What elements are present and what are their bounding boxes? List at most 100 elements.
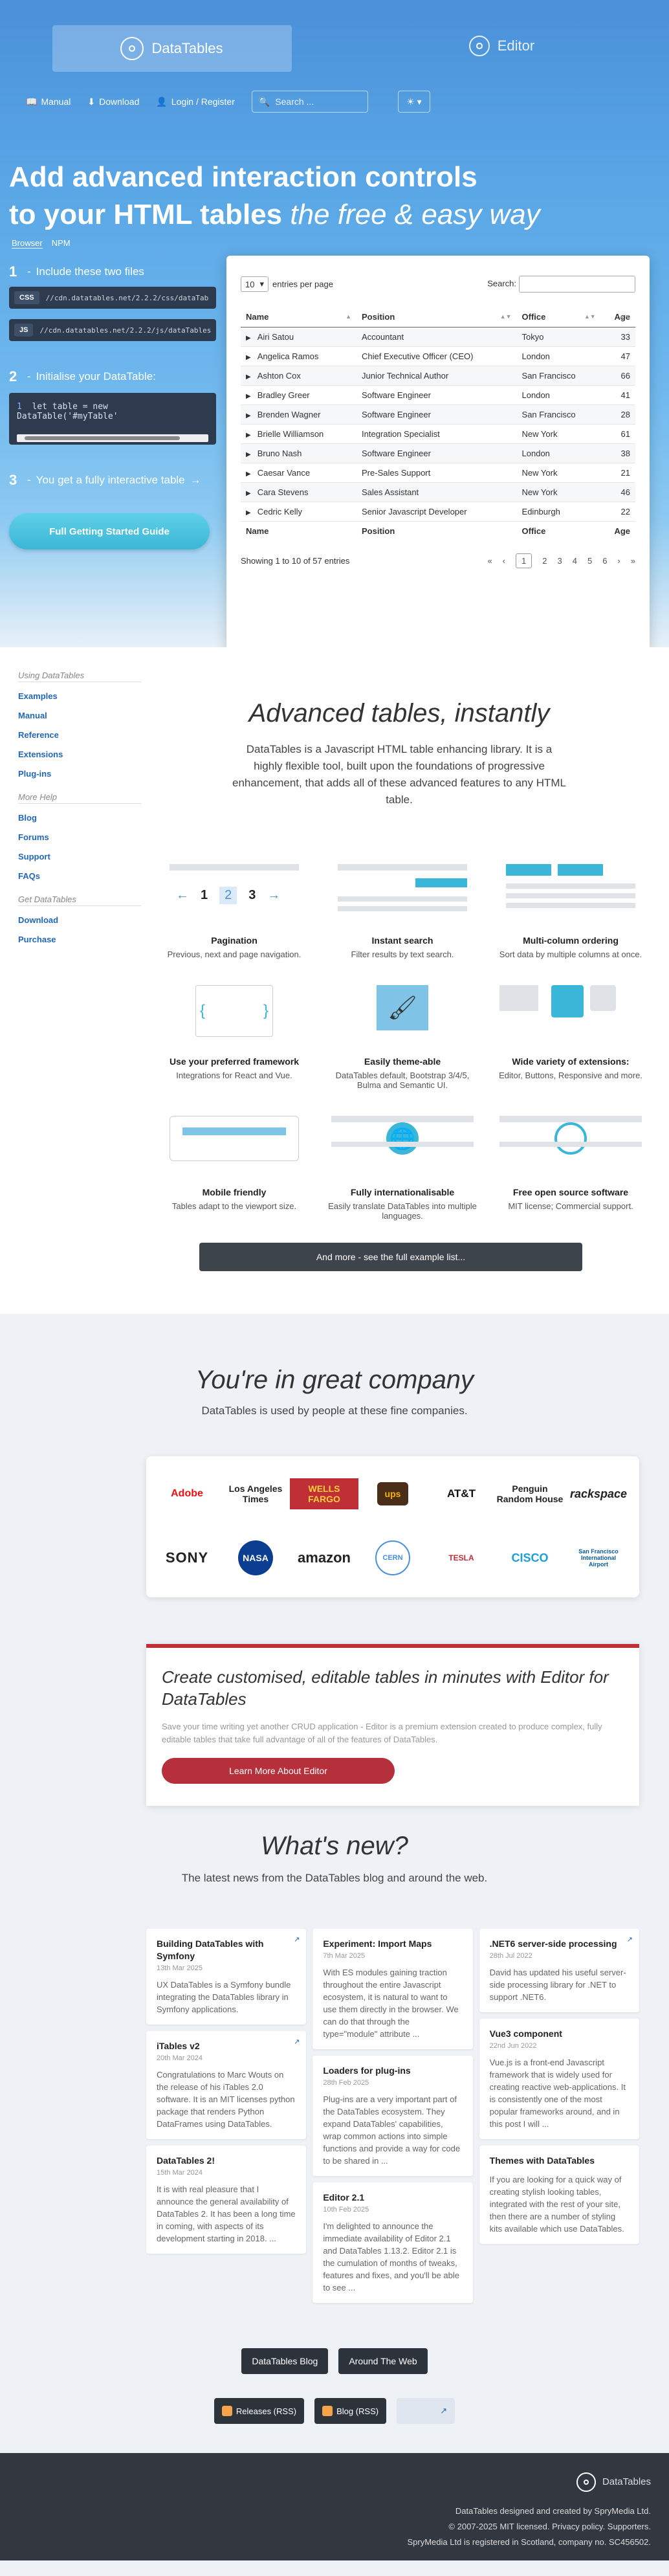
sort-icon: ▲: [345, 313, 352, 320]
expand-icon[interactable]: ▶: [246, 354, 251, 361]
editor-learn-more-button[interactable]: Learn More About Editor: [162, 1758, 395, 1784]
feature-desc: Sort data by multiple columns at once.: [499, 949, 642, 959]
code-scrollbar[interactable]: [17, 434, 208, 442]
feature-title: Pagination: [211, 935, 258, 946]
table-row[interactable]: ▶ Cara Stevens Sales Assistant New York 46: [241, 482, 635, 502]
social-button[interactable]: ↗: [397, 2398, 455, 2424]
expand-icon[interactable]: ▶: [246, 412, 251, 419]
news-card[interactable]: Loaders for plug-ins 28th Feb 2025 Plug-in…: [313, 2056, 473, 2176]
column-header-office[interactable]: Office ▲▼: [516, 307, 601, 328]
releases-rss-button[interactable]: Releases (RSS): [214, 2398, 305, 2424]
more-examples-button[interactable]: And more - see the full example list...: [199, 1243, 582, 1271]
hero: DataTables Editor 📖 Manual ⬇ Download 👤 Log…: [0, 0, 669, 647]
search-input[interactable]: 🔍 Search ...: [251, 91, 368, 113]
table-row[interactable]: ▶ Angelica Ramos Chief Executive Officer (…: [241, 346, 635, 366]
column-header-position[interactable]: Position ▲▼: [356, 307, 517, 328]
page-button[interactable]: «: [487, 556, 492, 566]
nav-login[interactable]: 👤 Login / Register: [156, 96, 235, 107]
intro-title: Advanced tables, instantly: [248, 699, 550, 727]
table-cell: ▶ Brenden Wagner: [241, 405, 357, 425]
news-date: 13th Mar 2025: [157, 1964, 203, 1972]
nav-manual[interactable]: 📖 Manual: [26, 96, 71, 107]
column-header-position[interactable]: Position: [356, 520, 517, 540]
page-button[interactable]: 4: [573, 556, 577, 566]
news-card[interactable]: Experiment: Import Maps 7th Mar 2025 With …: [313, 1929, 473, 2049]
news-title: What's new?: [261, 1832, 408, 1860]
expand-icon[interactable]: ▶: [246, 335, 251, 342]
table-row[interactable]: ▶ Ashton Cox Junior Technical Author San Fr…: [241, 366, 635, 386]
feature-illustration: [499, 1109, 642, 1181]
feature-title: Use your preferred framework: [170, 1056, 299, 1067]
expand-icon[interactable]: ▶: [246, 373, 251, 381]
blog-rss-button[interactable]: Blog (RSS): [314, 2398, 387, 2424]
company-logo-wells-fargo: WELLS FARGO: [290, 1478, 358, 1509]
expand-icon[interactable]: ▶: [246, 393, 251, 400]
tab-datatables[interactable]: DataTables: [0, 0, 334, 72]
news-card[interactable]: DataTables 2! 15th Mar 2024 It is with rea…: [146, 2146, 307, 2254]
sidebar-link-forums[interactable]: Forums: [18, 827, 141, 847]
column-header-age[interactable]: Age: [600, 520, 635, 540]
length-select[interactable]: 10 ▾: [241, 276, 269, 292]
page-button[interactable]: 1: [516, 553, 532, 568]
table-row[interactable]: ▶ Bruno Nash Software Engineer London 38: [241, 443, 635, 463]
table-cell: Senior Javascript Developer: [356, 502, 517, 522]
pagination: « ‹ 1 2 3 4 5 6 › »: [487, 553, 635, 568]
expand-icon[interactable]: ▶: [246, 509, 251, 516]
news-excerpt: Plug-ins are a very important part of th…: [323, 2094, 461, 2166]
table-search-input[interactable]: [519, 276, 635, 293]
sidebar-link-download[interactable]: Download: [18, 910, 141, 929]
column-header-age[interactable]: Age ▲▼: [600, 307, 635, 328]
rss-icon: [221, 2406, 232, 2416]
page-button[interactable]: 5: [587, 556, 592, 566]
column-header-office[interactable]: Office: [516, 520, 601, 540]
news-card[interactable]: ↗ .NET6 server-side processing 28th Jul 20…: [479, 1929, 639, 2012]
news-card[interactable]: ↗ iTables v2 20th Mar 2024 Congratulations …: [146, 2031, 307, 2139]
tab-editor-label: Editor: [497, 38, 535, 54]
tab-editor[interactable]: Editor: [334, 0, 669, 72]
page-button[interactable]: 6: [602, 556, 607, 566]
news-card[interactable]: Editor 2.1 10th Feb 2025 I'm delighted to …: [313, 2182, 473, 2303]
sidebar-link-purchase[interactable]: Purchase: [18, 929, 141, 949]
news-card[interactable]: Themes with DataTables If you are looking…: [479, 2146, 639, 2244]
column-header-name[interactable]: Name ▲: [241, 307, 357, 328]
js-include[interactable]: JS//cdn.datatables.net/2.2.2/js/dataTabl…: [9, 319, 216, 341]
sidebar-link-support[interactable]: Support: [18, 847, 141, 866]
around-web-button[interactable]: Around The Web: [338, 2348, 428, 2374]
table-row[interactable]: ▶ Airi Satou Accountant Tokyo 33: [241, 327, 635, 347]
page-button[interactable]: 2: [542, 556, 547, 566]
getting-started-button[interactable]: Full Getting Started Guide: [9, 513, 210, 550]
table-row[interactable]: ▶ Brielle Williamson Integration Specialis…: [241, 424, 635, 444]
expand-icon[interactable]: ▶: [246, 471, 251, 478]
news-date: 10th Feb 2025: [323, 2206, 369, 2214]
theme-toggle-button[interactable]: ☀ ▾: [397, 91, 430, 113]
expand-icon[interactable]: ▶: [246, 451, 251, 458]
news-title: Experiment: Import Maps: [323, 1938, 432, 1949]
subtab-npm[interactable]: NPM: [52, 238, 71, 249]
page-button[interactable]: »: [631, 556, 635, 566]
sidebar-link-faqs[interactable]: FAQs: [18, 866, 141, 885]
table-row[interactable]: ▶ Cedric Kelly Senior Javascript Developer…: [241, 502, 635, 522]
news-card[interactable]: ↗ Building DataTables with Symfony 13th Ma…: [146, 1929, 307, 2025]
column-header-name[interactable]: Name: [241, 520, 357, 540]
news-card[interactable]: Vue3 component 22nd Jun 2022 Vue.js is a f…: [479, 2019, 639, 2139]
headline-emphasis: the free & easy way: [290, 199, 540, 230]
feature-card: Wide variety of extensions: Editor, Butto…: [487, 979, 655, 1090]
table-row[interactable]: ▶ Caesar Vance Pre-Sales Support New York 21: [241, 463, 635, 483]
sidebar-link-blog[interactable]: Blog: [18, 808, 141, 827]
blog-button[interactable]: DataTables Blog: [241, 2348, 329, 2374]
table-cell: 61: [600, 424, 635, 444]
subtab-browser[interactable]: Browser: [12, 238, 43, 249]
table-row[interactable]: ▶ Brenden Wagner Software Engineer San Fran…: [241, 405, 635, 425]
page-button[interactable]: ›: [617, 556, 620, 566]
page-button[interactable]: 3: [557, 556, 562, 566]
table-row[interactable]: ▶ Bradley Greer Software Engineer London 41: [241, 385, 635, 405]
page-button[interactable]: ‹: [503, 556, 505, 566]
expand-icon[interactable]: ▶: [246, 432, 251, 439]
table-cell: London: [516, 443, 601, 463]
expand-icon[interactable]: ▶: [246, 490, 251, 497]
feature-card: Multi-column ordering Sort data by multip…: [487, 858, 655, 959]
init-code[interactable]: 1 let table = new DataTable('#myTable': [9, 393, 216, 445]
nav-download[interactable]: ⬇ Download: [87, 96, 139, 107]
sort-icon: ▲▼: [584, 313, 596, 320]
css-include[interactable]: CSS//cdn.datatables.net/2.2.2/css/dataTa…: [9, 287, 216, 309]
